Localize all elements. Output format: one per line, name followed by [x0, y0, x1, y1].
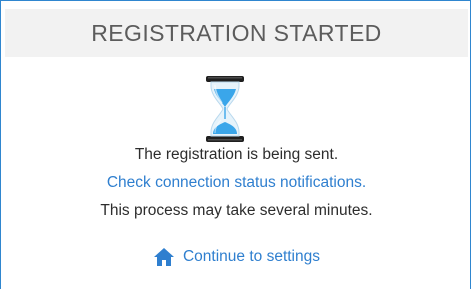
home-icon [153, 247, 175, 267]
page-title: REGISTRATION STARTED [91, 19, 382, 46]
continue-to-settings-label: Continue to settings [182, 248, 320, 265]
registration-panel: REGISTRATION STARTED The registration is… [0, 0, 471, 289]
status-message: The registration is being sent. [134, 146, 339, 163]
panel-header: REGISTRATION STARTED [5, 9, 468, 57]
hourglass-icon [202, 76, 248, 142]
process-duration-note: This process may take several minutes. [100, 202, 373, 219]
check-connection-status-link[interactable]: Check connection status notifications. [1, 173, 471, 193]
continue-to-settings-button[interactable]: Continue to settings [1, 247, 471, 267]
